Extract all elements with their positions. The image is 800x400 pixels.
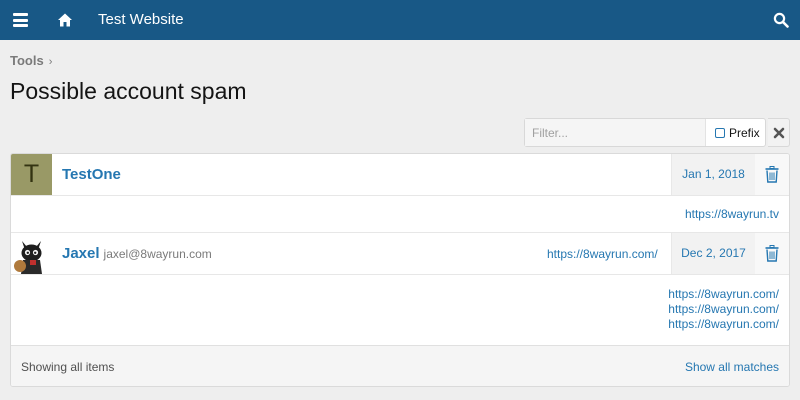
page-title: Possible account spam [10,78,247,104]
home-icon[interactable] [57,12,73,28]
list-footer: Showing all items Show all matches [11,345,789,386]
list-item-header: T TestOne Jan 1, 2018 [11,154,789,196]
site-title[interactable]: Test Website [98,11,184,28]
list-item-header: Jaxel jaxel@8wayrun.com https://8wayrun.c… [11,233,789,275]
show-all-matches-link[interactable]: Show all matches [685,360,779,374]
avatar[interactable] [11,233,52,274]
checkbox-icon[interactable] [715,128,725,138]
delete-button[interactable] [755,233,789,274]
trash-icon [765,166,779,183]
username-link[interactable]: TestOne [62,166,121,183]
breadcrumb: Tools › [10,53,52,68]
prefix-label: Prefix [729,126,760,140]
filter-input[interactable] [525,119,706,146]
date-cell[interactable]: Jan 1, 2018 [671,154,755,195]
trash-icon [765,245,779,262]
breadcrumb-separator: › [48,56,53,68]
clear-filter-button[interactable] [768,118,790,147]
top-navigation-bar: Test Website [0,0,800,40]
url-link[interactable]: https://8wayrun.com/ [11,317,789,332]
url-link[interactable]: https://8wayrun.com/ [11,287,789,302]
delete-button[interactable] [755,154,789,195]
prefix-checkbox[interactable]: Prefix [715,126,760,140]
url-link[interactable]: https://8wayrun.tv [11,207,789,222]
list-item-urls: https://8wayrun.com/ https://8wayrun.com… [11,275,789,345]
username-text[interactable]: Jaxel [62,245,100,262]
avatar[interactable]: T [11,154,52,195]
website-link[interactable]: https://8wayrun.com/ [547,247,658,261]
items-count-label: Showing all items [21,360,115,374]
list-item-urls: https://8wayrun.tv [11,196,789,233]
user-email: jaxel@8wayrun.com [103,247,212,261]
spam-list: T TestOne Jan 1, 2018 https://8wayrun.tv [10,153,790,387]
breadcrumb-item-tools[interactable]: Tools [10,53,44,68]
close-icon [773,127,785,139]
username-text[interactable]: TestOne [62,166,121,183]
hamburger-menu-icon[interactable] [13,13,28,27]
date-cell[interactable]: Dec 2, 2017 [671,233,755,274]
username-link[interactable]: Jaxel jaxel@8wayrun.com [62,245,212,262]
search-icon[interactable] [773,12,789,28]
url-link[interactable]: https://8wayrun.com/ [11,302,789,317]
filter-bar: Prefix [524,118,766,147]
